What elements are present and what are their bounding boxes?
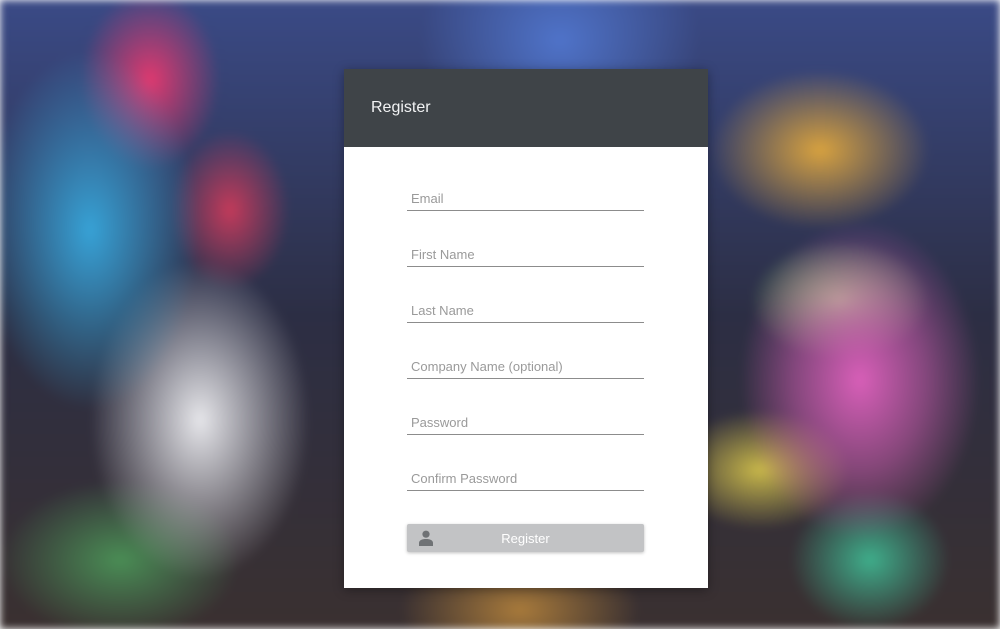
email-field-wrapper bbox=[407, 187, 644, 211]
company-name-field-wrapper bbox=[407, 355, 644, 379]
first-name-field-wrapper bbox=[407, 243, 644, 267]
last-name-field-wrapper bbox=[407, 299, 644, 323]
confirm-password-field[interactable] bbox=[407, 467, 644, 489]
register-button[interactable]: Register bbox=[407, 524, 644, 552]
card-header: Register bbox=[344, 69, 708, 147]
last-name-field[interactable] bbox=[407, 299, 644, 321]
register-button-label: Register bbox=[501, 530, 550, 546]
register-card: Register Register bbox=[344, 69, 708, 588]
user-icon bbox=[419, 530, 433, 546]
password-field-wrapper bbox=[407, 411, 644, 435]
email-field[interactable] bbox=[407, 187, 644, 209]
register-form bbox=[407, 187, 644, 523]
card-title: Register bbox=[371, 99, 431, 116]
confirm-password-field-wrapper bbox=[407, 467, 644, 491]
password-field[interactable] bbox=[407, 411, 644, 433]
first-name-field[interactable] bbox=[407, 243, 644, 265]
company-name-field[interactable] bbox=[407, 355, 644, 377]
